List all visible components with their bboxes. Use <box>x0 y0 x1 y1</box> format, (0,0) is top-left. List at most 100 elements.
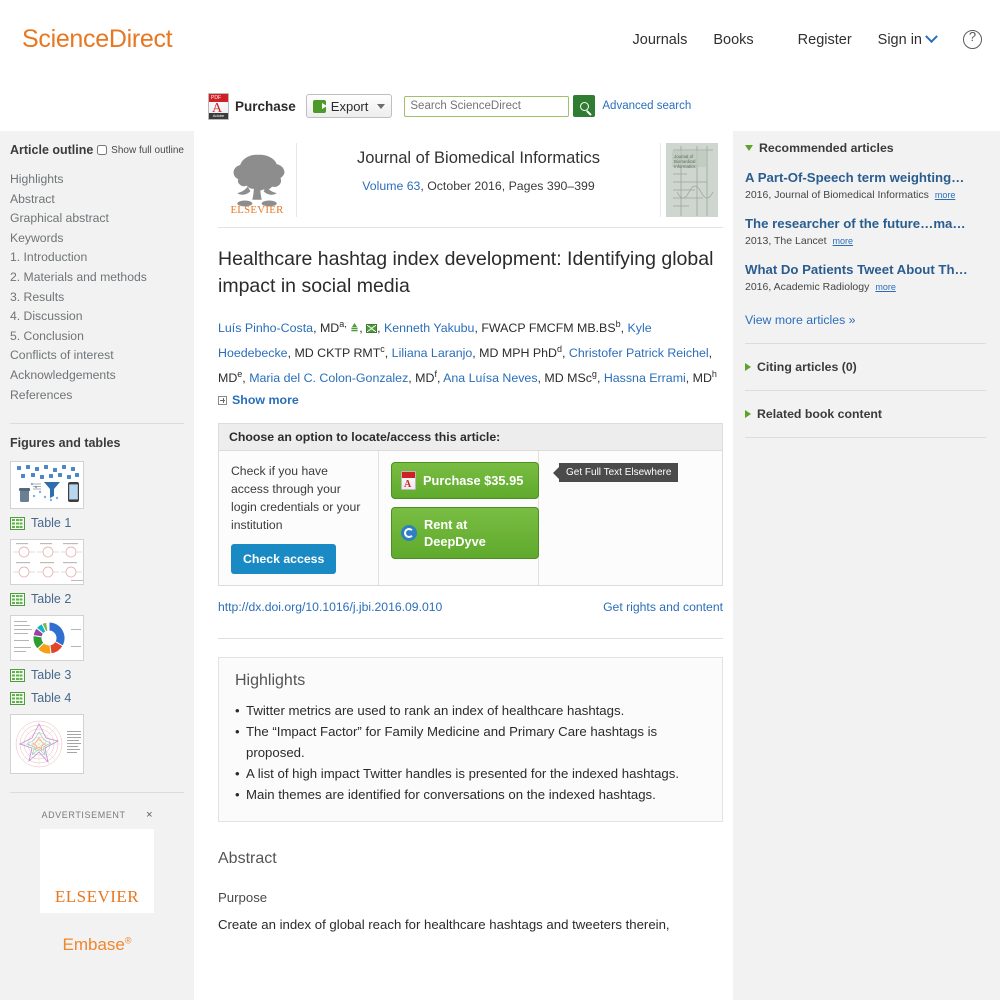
show-full-outline-checkbox[interactable] <box>97 145 108 155</box>
recommended-articles-header[interactable]: Recommended articles <box>745 141 986 155</box>
search-input[interactable] <box>404 95 570 117</box>
outline-item-discussion[interactable]: 4. Discussion <box>10 307 184 327</box>
outline-item-keywords[interactable]: Keywords <box>10 229 184 249</box>
table-link-1[interactable]: Table 1 <box>10 516 184 530</box>
nav-journals[interactable]: Journals <box>620 32 701 48</box>
author-6-affiliation: f <box>434 369 437 380</box>
purchase-button[interactable]: A Purchase $35.95 <box>391 462 539 500</box>
check-access-button[interactable]: Check access <box>231 544 337 575</box>
volume-link[interactable]: Volume 63 <box>362 179 420 193</box>
access-check-text: Check if you have access through your lo… <box>231 464 361 533</box>
rent-deepdyve-button[interactable]: Rent at DeepDyve <box>391 507 539 560</box>
email-author-icon[interactable] <box>366 324 378 334</box>
recommended-article-3-title[interactable]: What Do Patients Tweet About Th… <box>745 261 986 278</box>
close-icon[interactable]: × <box>146 809 152 821</box>
figure-thumbnail-graphical-abstract[interactable] <box>10 461 84 510</box>
outline-item-conclusion[interactable]: 5. Conclusion <box>10 327 184 347</box>
author-5[interactable]: Christofer Patrick Reichel <box>569 346 709 360</box>
show-more-authors-button[interactable]: Show more <box>218 393 723 407</box>
purchase-label[interactable]: Purchase <box>235 99 296 114</box>
advanced-search-link[interactable]: Advanced search <box>602 100 691 112</box>
highlights-list: Twitter metrics are used to rank an inde… <box>235 700 706 805</box>
citing-articles-label: Citing articles (0) <box>757 360 857 374</box>
outline-item-acknowledgements[interactable]: Acknowledgements <box>10 366 184 386</box>
author-6-degrees: , MD <box>408 371 435 386</box>
figure-thumbnail-radar-chart[interactable] <box>10 714 84 775</box>
author-2[interactable]: Kenneth Yakubu <box>384 321 475 335</box>
outline-item-results[interactable]: 3. Results <box>10 288 184 308</box>
journal-cover[interactable]: Journal of Biomedical Informatics <box>661 143 723 217</box>
recommended-article-1-more-link[interactable]: more <box>935 190 956 200</box>
table-link-2[interactable]: Table 2 <box>10 592 184 606</box>
elsevier-logo: ELSEVIER <box>218 143 296 217</box>
show-full-outline-label: Show full outline <box>111 144 184 156</box>
doi-link[interactable]: http://dx.doi.org/10.1016/j.jbi.2016.09.… <box>218 600 442 614</box>
outline-item-introduction[interactable]: 1. Introduction <box>10 248 184 268</box>
figure-thumbnail-flow-diagram[interactable] <box>10 539 84 586</box>
get-full-text-elsewhere-tooltip[interactable]: Get Full Text Elsewhere <box>559 463 679 483</box>
embase-label: Embase <box>62 935 125 955</box>
journal-volume-meta: Volume 63, October 2016, Pages 390–399 <box>307 179 650 193</box>
outline-item-highlights[interactable]: Highlights <box>10 170 184 190</box>
advertisement-label: ADVERTISEMENT <box>41 810 126 821</box>
figure-thumbnail-donut-chart[interactable] <box>10 615 84 662</box>
figures-and-tables-title: Figures and tables <box>10 436 121 451</box>
export-icon <box>312 99 327 113</box>
table-link-4[interactable]: Table 4 <box>10 691 184 705</box>
author-8[interactable]: Hassna Errami <box>604 371 686 385</box>
recommended-article-2-title[interactable]: The researcher of the future…ma… <box>745 215 986 232</box>
question-circle-icon[interactable] <box>963 29 982 49</box>
recommended-article-1-title[interactable]: A Part-Of-Speech term weighting… <box>745 169 986 186</box>
export-button[interactable]: Export <box>305 94 393 118</box>
recommended-article-1[interactable]: A Part-Of-Speech term weighting… 2016, J… <box>745 169 986 201</box>
sidebar-divider <box>10 423 184 425</box>
citing-articles-section[interactable]: Citing articles (0) <box>745 360 986 374</box>
deepdyve-icon <box>401 525 417 542</box>
author-4-affiliation: d <box>556 344 562 355</box>
search-button[interactable] <box>573 95 596 117</box>
sciencedirect-logo[interactable]: ScienceDirect <box>22 25 173 54</box>
table-link-3[interactable]: Table 3 <box>10 668 184 682</box>
author-7[interactable]: Ana Luísa Neves <box>443 371 537 385</box>
pdf-icon[interactable]: PDF A Adobe <box>208 92 229 120</box>
author-1[interactable]: Luís Pinho-Costa <box>218 321 313 335</box>
article-outline-header: Article outline Show full outline <box>10 143 184 157</box>
journal-info: Journal of Biomedical Informatics Volume… <box>296 143 661 217</box>
nav-sign-in[interactable]: Sign in <box>865 29 949 48</box>
recommended-articles-title: Recommended articles <box>759 141 894 155</box>
related-book-content-label: Related book content <box>757 407 883 421</box>
author-2-affiliation: b <box>615 319 621 329</box>
recommended-article-1-meta: 2016, Journal of Biomedical Informatics m… <box>745 189 986 201</box>
purchase-button-label: Purchase $35.95 <box>423 473 524 489</box>
article-title: Healthcare hashtag index development: Id… <box>218 248 714 297</box>
related-book-content-section[interactable]: Related book content <box>745 407 986 421</box>
get-rights-and-content-link[interactable]: Get rights and content <box>603 600 723 614</box>
outline-item-graphical-abstract[interactable]: Graphical abstract <box>10 209 184 229</box>
highlight-item: Main themes are identified for conversat… <box>235 784 706 805</box>
article-outline-list: Highlights Abstract Graphical abstract K… <box>10 170 184 405</box>
access-purchase-cell: A Purchase $35.95 Rent at DeepDyve <box>379 451 539 586</box>
nav-register[interactable]: Register <box>785 32 865 48</box>
author-4[interactable]: Liliana Laranjo <box>392 346 473 360</box>
show-full-outline-toggle[interactable]: Show full outline <box>97 145 184 156</box>
recommended-article-2-more-link[interactable]: more <box>833 236 854 246</box>
outline-item-abstract[interactable]: Abstract <box>10 190 184 210</box>
journal-title[interactable]: Journal of Biomedical Informatics <box>307 149 650 168</box>
advertisement-creative[interactable]: ELSEVIER <box>40 829 154 914</box>
recommended-article-3-more-link[interactable]: more <box>875 282 896 292</box>
author-6[interactable]: Maria del C. Colon-Gonzalez <box>249 371 408 385</box>
recommended-article-3[interactable]: What Do Patients Tweet About Th… 2016, A… <box>745 261 986 293</box>
outline-item-conflicts-of-interest[interactable]: Conflicts of interest <box>10 346 184 366</box>
recommended-article-2[interactable]: The researcher of the future…ma… 2013, T… <box>745 215 986 247</box>
doi-row: http://dx.doi.org/10.1016/j.jbi.2016.09.… <box>218 600 723 614</box>
author-footnote-icon[interactable] <box>350 323 359 333</box>
article-outline-title: Article outline <box>10 143 94 157</box>
recommended-article-3-source: 2016, Academic Radiology <box>745 281 870 293</box>
table-link-2-label: Table 2 <box>31 592 72 607</box>
author-7-affiliation: g <box>591 369 597 380</box>
right-sidebar-divider-2 <box>745 390 986 391</box>
view-more-articles-link[interactable]: View more articles » <box>745 313 986 327</box>
outline-item-references[interactable]: References <box>10 386 184 406</box>
outline-item-materials-and-methods[interactable]: 2. Materials and methods <box>10 268 184 288</box>
nav-books[interactable]: Books <box>700 32 766 48</box>
